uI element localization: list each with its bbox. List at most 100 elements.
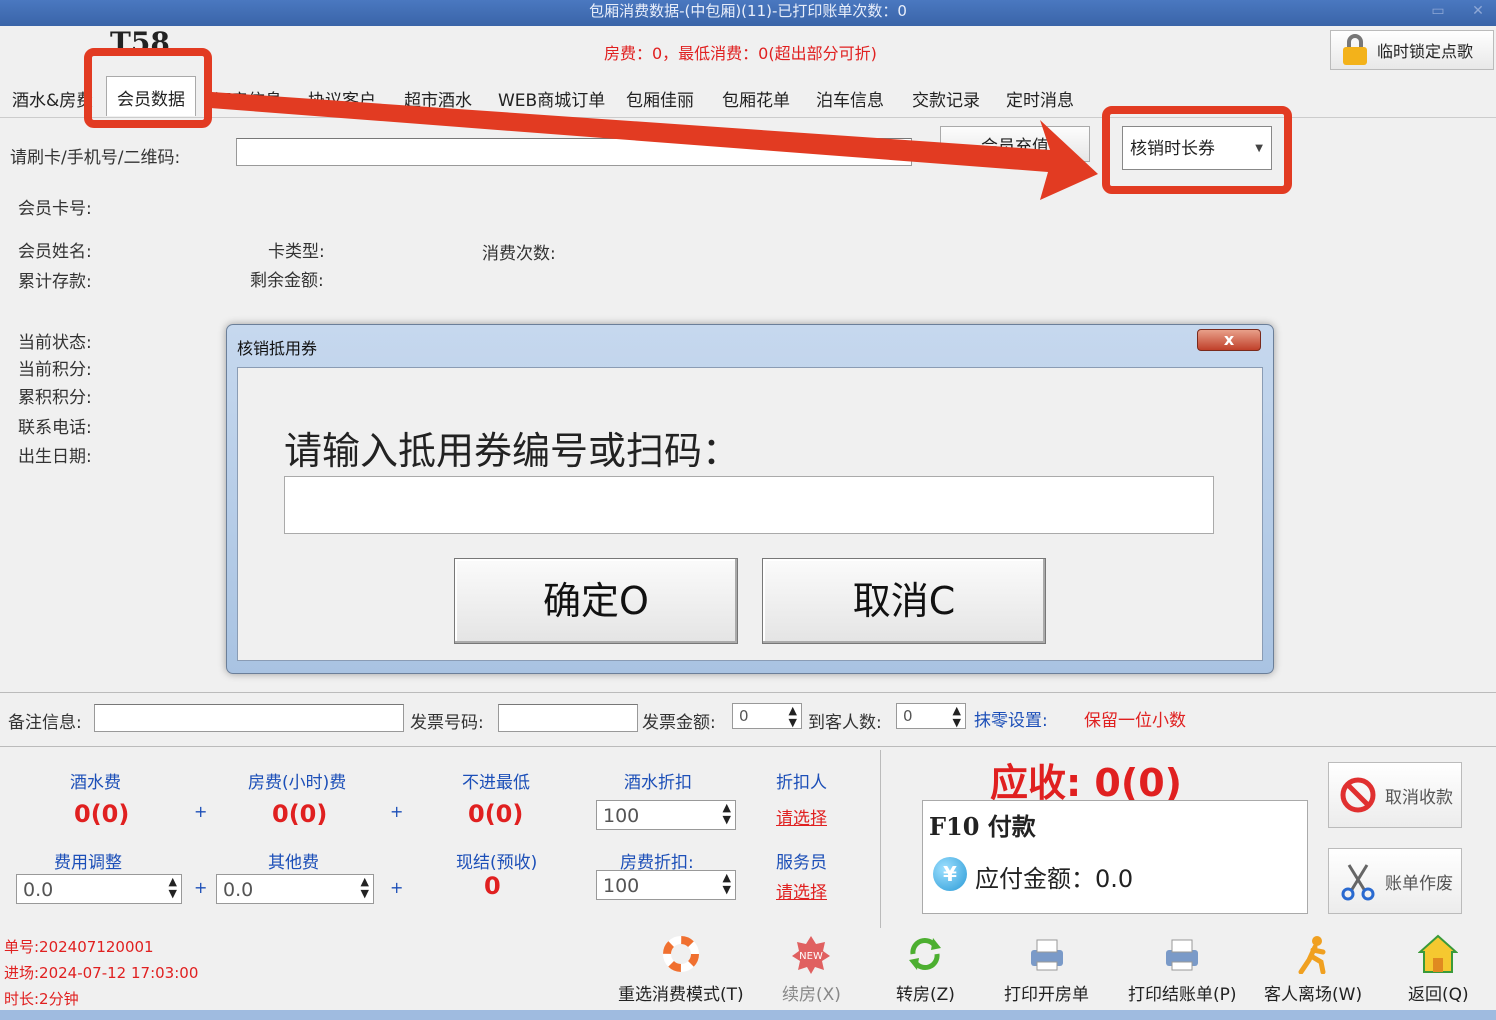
- stepper-arrows-icon[interactable]: ▲ ▼: [723, 802, 731, 826]
- card-input-label: 请刷卡/手机号/二维码:: [10, 148, 181, 168]
- window-title-bar: 包厢消费数据-(中包厢)(11)-已打印账单次数：0 ▭ ✕: [0, 0, 1496, 26]
- guest-leave-button[interactable]: 客人离场(W): [1264, 934, 1362, 1005]
- highlight-member-tab: [84, 48, 212, 128]
- stepper-arrows-icon[interactable]: ▲ ▼: [789, 705, 797, 729]
- plus-sign: +: [194, 802, 208, 821]
- fee-adjust-value: 0.0: [23, 879, 54, 901]
- rounding-value[interactable]: 保留一位小数: [1084, 706, 1186, 731]
- restore-icon[interactable]: ▭: [1428, 2, 1448, 20]
- discounter-select-link[interactable]: 请选择: [776, 804, 827, 829]
- room-discount-stepper[interactable]: 100 ▲ ▼: [596, 870, 736, 900]
- member-name-label: 会员姓名:: [18, 242, 92, 262]
- tab-payment-records[interactable]: 交款记录: [912, 86, 980, 111]
- svg-text:NEW: NEW: [800, 951, 824, 962]
- refresh-icon: [905, 934, 945, 974]
- member-recharge-button[interactable]: 会员充值: [940, 126, 1090, 162]
- tab-drinks-room[interactable]: 酒水&房费: [12, 86, 93, 111]
- scissors-icon: [1341, 864, 1375, 901]
- cancel-collect-button[interactable]: 取消收款: [1328, 762, 1462, 828]
- extend-room-button[interactable]: NEW 续房(X): [782, 934, 841, 1005]
- entry-time: 进场:2024-07-12 17:03:00: [4, 964, 199, 982]
- card-type-label: 卡类型:: [268, 242, 325, 262]
- reselect-mode-label: 重选消费模式(T): [618, 985, 744, 1005]
- waiter-select-link[interactable]: 请选择: [776, 878, 827, 903]
- lock-song-button[interactable]: 临时锁定点歌: [1330, 30, 1494, 70]
- invoice-no-label: 发票号码:: [410, 713, 484, 733]
- other-fee-value: 0.0: [223, 879, 254, 901]
- void-bill-label: 账单作废: [1385, 873, 1453, 894]
- note-input[interactable]: [94, 704, 404, 732]
- divider: [0, 692, 1496, 693]
- birthday-label: 出生日期:: [18, 447, 92, 467]
- print-bill-label: 打印结账单(P): [1128, 985, 1237, 1005]
- payment-box[interactable]: F10 付款 ¥ 应付金额：0.0: [922, 800, 1308, 914]
- return-label: 返回(Q): [1408, 985, 1469, 1005]
- tab-web-orders[interactable]: WEB商城订单: [498, 86, 605, 111]
- reselect-mode-button[interactable]: 重选消费模式(T): [618, 934, 744, 1005]
- room-code: T58: [110, 28, 170, 50]
- rounding-label: 抹零设置:: [974, 711, 1048, 731]
- drink-discount-value: 100: [603, 805, 640, 827]
- min-exclude-value: 0(0): [468, 800, 524, 828]
- dialog-title: 核销抵用券: [237, 339, 318, 358]
- fee-adjust-label: 费用调整: [54, 853, 122, 873]
- other-fee-stepper[interactable]: 0.0 ▲ ▼: [216, 874, 374, 904]
- drink-discount-stepper[interactable]: 100 ▲ ▼: [596, 800, 736, 830]
- room-fee-label: 房费(小时)费: [248, 773, 347, 793]
- transfer-room-label: 转房(Z): [896, 985, 955, 1005]
- invoice-amount-value: 0: [739, 707, 749, 725]
- confirm-button[interactable]: 确定O: [454, 558, 738, 644]
- stepper-arrows-icon[interactable]: ▲ ▼: [361, 876, 369, 900]
- person-run-icon: [1293, 934, 1333, 975]
- tab-scheduled-messages[interactable]: 定时消息: [1006, 86, 1074, 111]
- guests-stepper[interactable]: 0 ▲ ▼: [896, 703, 966, 729]
- stepper-arrows-icon[interactable]: ▲ ▼: [953, 705, 961, 729]
- room-fee-value: 0(0): [272, 800, 328, 828]
- stepper-arrows-icon[interactable]: ▲ ▼: [723, 872, 731, 896]
- divider: [880, 750, 881, 928]
- tab-flowers[interactable]: 包厢花单: [722, 86, 790, 111]
- coupon-code-input[interactable]: [284, 476, 1214, 534]
- cash-prepaid-value: 0: [484, 872, 501, 900]
- card-input[interactable]: [236, 138, 912, 166]
- duration: 时长:2分钟: [4, 990, 79, 1008]
- print-bill-button[interactable]: 打印结账单(P): [1128, 934, 1237, 1005]
- cash-prepaid-label: 现结(预收): [456, 853, 538, 873]
- return-button[interactable]: 返回(Q): [1408, 934, 1469, 1005]
- dialog-body: 请输入抵用券编号或扫码： 确定O 取消C: [237, 367, 1263, 661]
- stepper-arrows-icon[interactable]: ▲ ▼: [169, 876, 177, 900]
- room-discount-value: 100: [603, 875, 640, 897]
- yen-icon: ¥: [933, 857, 967, 891]
- invoice-amount-stepper[interactable]: 0 ▲ ▼: [732, 703, 802, 729]
- guests-label: 到客人数:: [808, 713, 882, 733]
- other-fee-label: 其他费: [268, 853, 319, 873]
- tab-agreement-client[interactable]: 协议客户: [308, 86, 376, 111]
- status-label: 当前状态:: [18, 333, 92, 353]
- status-bar: [0, 1010, 1496, 1020]
- tab-hostess[interactable]: 包厢佳丽: [626, 86, 694, 111]
- close-icon: x: [1223, 330, 1235, 349]
- invoice-no-input[interactable]: [498, 704, 638, 732]
- divider: [0, 746, 1496, 747]
- member-card-no-label: 会员卡号:: [18, 199, 92, 219]
- tab-booking[interactable]: 订房信息: [214, 86, 282, 111]
- remaining-amount-label: 剩余金额:: [250, 271, 324, 291]
- print-open-label: 打印开房单: [1004, 985, 1089, 1005]
- payable-amount: 应付金额：0.0: [975, 865, 1134, 893]
- waiter-label: 服务员: [776, 853, 827, 873]
- cancel-button[interactable]: 取消C: [762, 558, 1046, 644]
- void-bill-button[interactable]: 账单作废: [1328, 848, 1462, 914]
- print-open-button[interactable]: 打印开房单: [1004, 934, 1089, 1005]
- phone-label: 联系电话:: [18, 418, 92, 438]
- points-label: 当前积分:: [18, 360, 92, 380]
- drinks-fee-label: 酒水费: [70, 773, 121, 793]
- tab-parking[interactable]: 泊车信息: [816, 86, 884, 111]
- prohibit-icon: [1340, 777, 1376, 813]
- fee-adjust-stepper[interactable]: 0.0 ▲ ▼: [16, 874, 182, 904]
- window-title: 包厢消费数据-(中包厢)(11)-已打印账单次数：0: [589, 2, 907, 20]
- tab-supermarket[interactable]: 超市酒水: [404, 86, 472, 111]
- coupon-prompt: 请输入抵用券编号或扫码：: [284, 429, 741, 473]
- dialog-close-button[interactable]: x: [1197, 329, 1261, 351]
- close-icon[interactable]: ✕: [1468, 2, 1488, 20]
- transfer-room-button[interactable]: 转房(Z): [896, 934, 955, 1005]
